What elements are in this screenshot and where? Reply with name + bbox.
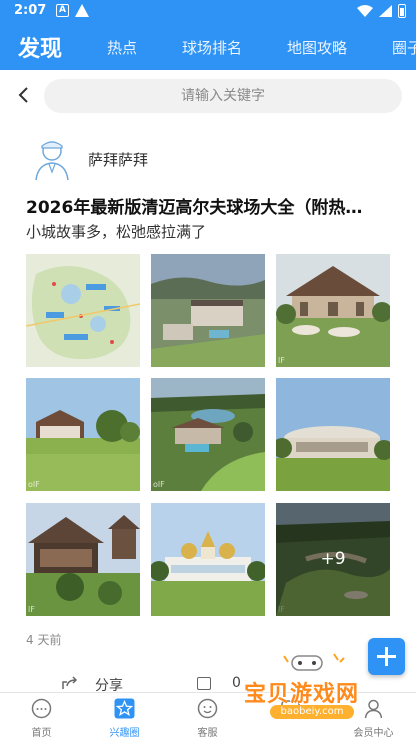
warning-icon xyxy=(75,4,89,17)
lake-course-aerial-photo[interactable]: olF xyxy=(151,378,265,491)
avatar[interactable] xyxy=(28,134,76,182)
signal-icon xyxy=(379,5,392,17)
thai-clubhouse-photo[interactable]: lF xyxy=(276,254,390,367)
brand-watermark-text: 宝贝游戏网 xyxy=(244,682,360,707)
more-photos-overlay[interactable]: +9 xyxy=(276,503,390,616)
wooden-pavilion-photo[interactable]: lF xyxy=(26,503,140,616)
tab-map-guide[interactable]: 地图攻略 xyxy=(287,37,347,58)
tab-circle[interactable]: 圈子 xyxy=(392,37,416,58)
comment-icon[interactable] xyxy=(197,677,211,690)
nav-label: 首页 xyxy=(31,728,52,739)
round-clubhouse-photo[interactable] xyxy=(276,378,390,491)
discover-header: 发现 热点 球场排名 地图攻略 圈子 xyxy=(0,24,416,70)
status-left-icons: A xyxy=(56,4,89,17)
course-overview-photo[interactable]: lF +9 xyxy=(276,503,390,616)
star-icon xyxy=(114,698,135,719)
back-arrow-icon[interactable] xyxy=(14,84,34,106)
tab-hot[interactable]: 热点 xyxy=(107,37,137,58)
photo-watermark: olF xyxy=(28,480,40,489)
status-time: 2:07 xyxy=(14,3,47,18)
golf-course-map-photo[interactable] xyxy=(26,254,140,367)
post-time: 4 天前 xyxy=(26,633,62,647)
photo-watermark: lF xyxy=(278,356,285,365)
post-author[interactable]: 萨拜萨拜 xyxy=(28,134,388,184)
home-icon xyxy=(31,698,52,719)
chat-icon xyxy=(197,698,218,719)
battery-icon xyxy=(398,4,406,18)
nav-label: 会员中心 xyxy=(353,728,394,739)
post-title[interactable]: 2026年最新版清迈高尔夫球场大全（附热… xyxy=(26,193,388,218)
green-lawn-clubhouse-photo[interactable]: olF xyxy=(26,378,140,491)
share-icon[interactable] xyxy=(62,676,78,690)
notification-a-icon: A xyxy=(56,4,69,17)
nav-label: 兴趣圈 xyxy=(109,728,140,739)
page-title: 发现 xyxy=(18,37,63,62)
white-palace-clubhouse-photo[interactable] xyxy=(151,503,265,616)
post-subtitle: 小城故事多，松弛感拉满了 xyxy=(26,223,207,241)
nav-label: 客服 xyxy=(197,728,218,739)
search-input[interactable]: 请输入关键字 xyxy=(44,79,402,113)
search-row: 请输入关键字 xyxy=(0,70,416,124)
photo-grid: lF olF olF lF lF +9 xyxy=(26,254,390,616)
brand-watermark-url: baobeiy.com xyxy=(270,705,354,719)
nav-interest-circle[interactable]: 兴趣圈 xyxy=(83,693,166,741)
tab-course-ranking[interactable]: 球场排名 xyxy=(182,37,242,58)
photo-watermark: olF xyxy=(153,480,165,489)
wifi-icon xyxy=(357,5,373,17)
resort-aerial-photo[interactable] xyxy=(151,254,265,367)
photo-watermark: lF xyxy=(28,605,35,614)
status-right-icons xyxy=(357,4,406,18)
nav-home[interactable]: 首页 xyxy=(0,693,83,741)
status-bar: 2:07 A xyxy=(0,0,416,24)
author-name[interactable]: 萨拜萨拜 xyxy=(88,149,148,170)
